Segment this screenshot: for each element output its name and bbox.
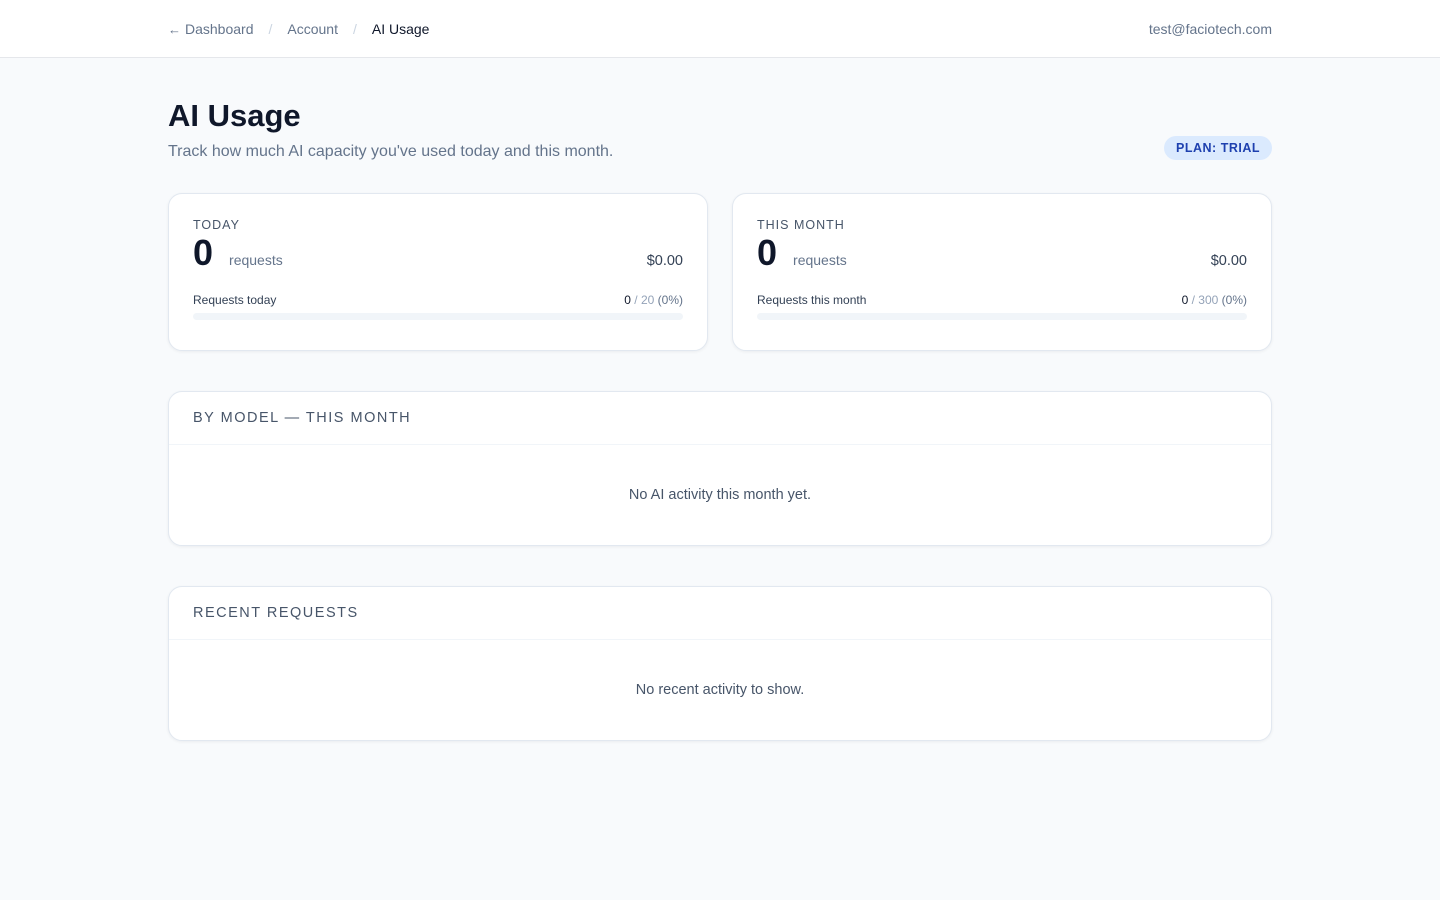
request-count: 0 <box>193 232 214 273</box>
page-header: AI Usage Track how much AI capacity you'… <box>168 99 1272 161</box>
meter-used: 0 <box>1181 293 1189 307</box>
empty-state-text: No AI activity this month yet. <box>628 487 812 503</box>
meter-percent: (0%) <box>1221 293 1247 307</box>
empty-state-text: No recent activity to show. <box>635 682 805 698</box>
meter-label: Requests today <box>193 293 277 307</box>
cost-value: $0.00 <box>646 253 683 269</box>
breadcrumb: ← Dashboard / Account / AI Usage <box>168 21 429 37</box>
progress-bar <box>193 313 683 320</box>
breadcrumb-account-link[interactable]: Account <box>287 21 338 37</box>
breadcrumb-separator: / <box>268 20 273 37</box>
page-title: AI Usage <box>168 98 301 133</box>
meter-value: 0 / 300 (0%) <box>1182 293 1247 307</box>
meter-limit: / 20 <box>634 293 655 307</box>
recent-requests-panel: RECENT REQUESTS No recent activity to sh… <box>168 586 1272 741</box>
panel-title: RECENT REQUESTS <box>169 587 1271 640</box>
request-count: 0 <box>757 232 778 273</box>
user-email[interactable]: test@faciotech.com <box>1149 21 1272 37</box>
main-content: AI Usage Track how much AI capacity you'… <box>168 99 1272 741</box>
arrow-left-icon: ← <box>168 21 181 37</box>
by-model-panel: BY MODEL — THIS MONTH No AI activity thi… <box>168 391 1272 546</box>
page-subtitle: Track how much AI capacity you've used t… <box>168 143 614 160</box>
cost-value: $0.00 <box>1210 253 1247 269</box>
card-label: THIS MONTH <box>757 218 845 232</box>
progress-bar <box>757 313 1247 320</box>
breadcrumb-separator: / <box>352 20 357 37</box>
breadcrumb-current-page: AI Usage <box>371 20 430 37</box>
top-bar: ← Dashboard / Account / AI Usage test@fac… <box>0 0 1440 58</box>
plan-badge: PLAN: TRIAL <box>1164 136 1272 160</box>
meter-percent: (0%) <box>657 293 683 307</box>
card-label: TODAY <box>193 218 240 232</box>
request-unit: requests <box>793 252 847 268</box>
month-card: THIS MONTH 0 requests $0.00 Requests thi… <box>732 193 1272 351</box>
meter-value: 0 / 20 (0%) <box>624 293 683 307</box>
meter-used: 0 <box>624 293 631 307</box>
breadcrumb-dashboard-link[interactable]: ← Dashboard <box>168 21 254 37</box>
today-card: TODAY 0 requests $0.00 Requests today 0 … <box>168 193 708 351</box>
meter-limit: / 300 <box>1191 293 1219 307</box>
usage-cards: TODAY 0 requests $0.00 Requests today 0 … <box>168 193 1272 351</box>
breadcrumb-dashboard-label: Dashboard <box>185 20 254 37</box>
meter-label: Requests this month <box>757 293 867 307</box>
panel-title: BY MODEL — THIS MONTH <box>169 392 1271 445</box>
request-unit: requests <box>229 252 283 268</box>
